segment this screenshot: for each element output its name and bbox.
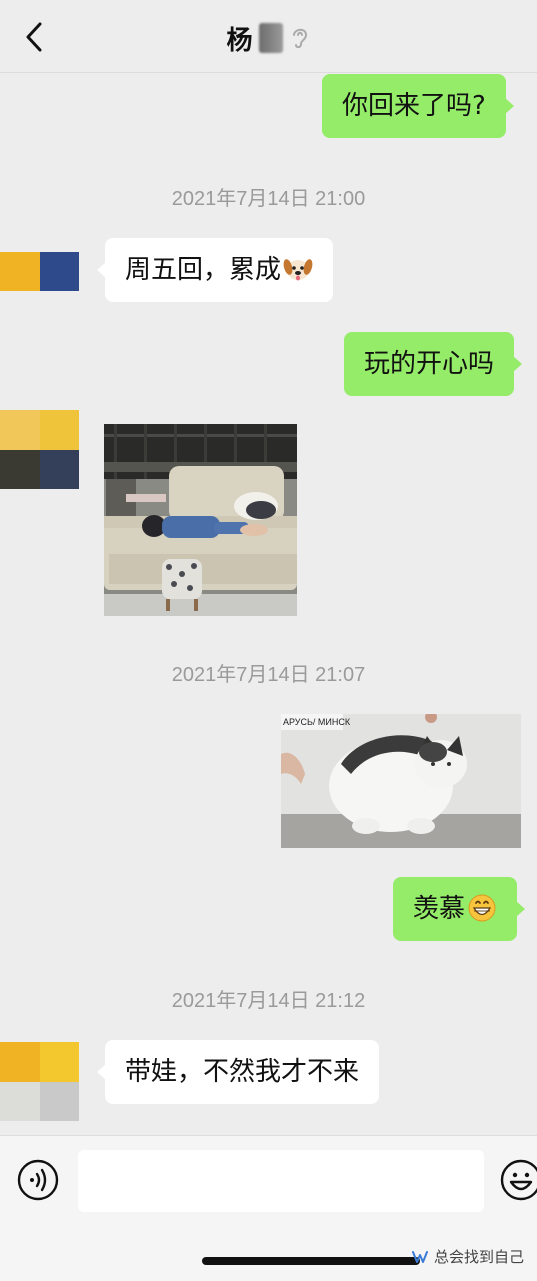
chat-title: 杨 bbox=[226, 25, 253, 56]
fat-cat-video-still bbox=[281, 714, 521, 848]
message-bubble-incoming[interactable]: 带娃，不然我才不来 bbox=[96, 1040, 380, 1104]
watermark-text: 总会找到自己 bbox=[434, 1248, 525, 1266]
chat-input-bar: 总会找到自己 bbox=[0, 1135, 537, 1281]
child-on-sofa-photo bbox=[104, 424, 297, 616]
wechat-channel-icon bbox=[412, 1250, 428, 1263]
message-text: 羡慕 bbox=[413, 894, 466, 924]
watermark: 总会找到自己 bbox=[412, 1246, 524, 1267]
home-indicator bbox=[202, 1257, 420, 1265]
message-timestamp: 2021年7月14日 21:00 bbox=[171, 188, 366, 210]
message-text: 玩的开心吗 bbox=[364, 349, 495, 379]
contact-avatar[interactable] bbox=[0, 410, 79, 489]
message-timestamp: 2021年7月14日 21:12 bbox=[171, 990, 366, 1012]
chat-image-fat-cat[interactable]: АРУСЬ/ МИНСК bbox=[281, 714, 521, 848]
message-text: 带娃，不然我才不来 bbox=[125, 1057, 360, 1087]
chat-title-area[interactable]: 杨 bbox=[0, 18, 537, 58]
message-bubble-outgoing[interactable]: 羡慕 bbox=[393, 877, 526, 941]
chat-image-child-on-sofa[interactable] bbox=[104, 424, 297, 616]
dog-face-emoji bbox=[283, 258, 313, 280]
message-timestamp: 2021年7月14日 21:07 bbox=[171, 664, 366, 686]
message-text: 你回来了吗? bbox=[342, 91, 486, 121]
voice-icon[interactable] bbox=[16, 1158, 60, 1202]
title-redaction bbox=[258, 23, 283, 53]
ear-icon bbox=[292, 28, 307, 49]
message-bubble-outgoing[interactable]: 玩的开心吗 bbox=[344, 332, 523, 396]
message-text: 周五回，累成 bbox=[125, 255, 282, 285]
message-bubble-outgoing[interactable]: 你回来了吗? bbox=[322, 74, 514, 138]
emoji-icon[interactable] bbox=[499, 1158, 537, 1202]
chat-header: 杨 bbox=[0, 0, 537, 73]
contact-avatar[interactable] bbox=[0, 1042, 79, 1121]
message-input[interactable] bbox=[78, 1150, 484, 1212]
video-caption: АРУСЬ/ МИНСК bbox=[283, 717, 351, 727]
message-bubble-incoming[interactable]: 周五回，累成 bbox=[96, 238, 334, 302]
contact-avatar[interactable] bbox=[0, 252, 79, 291]
grinning-face-emoji bbox=[468, 894, 496, 921]
